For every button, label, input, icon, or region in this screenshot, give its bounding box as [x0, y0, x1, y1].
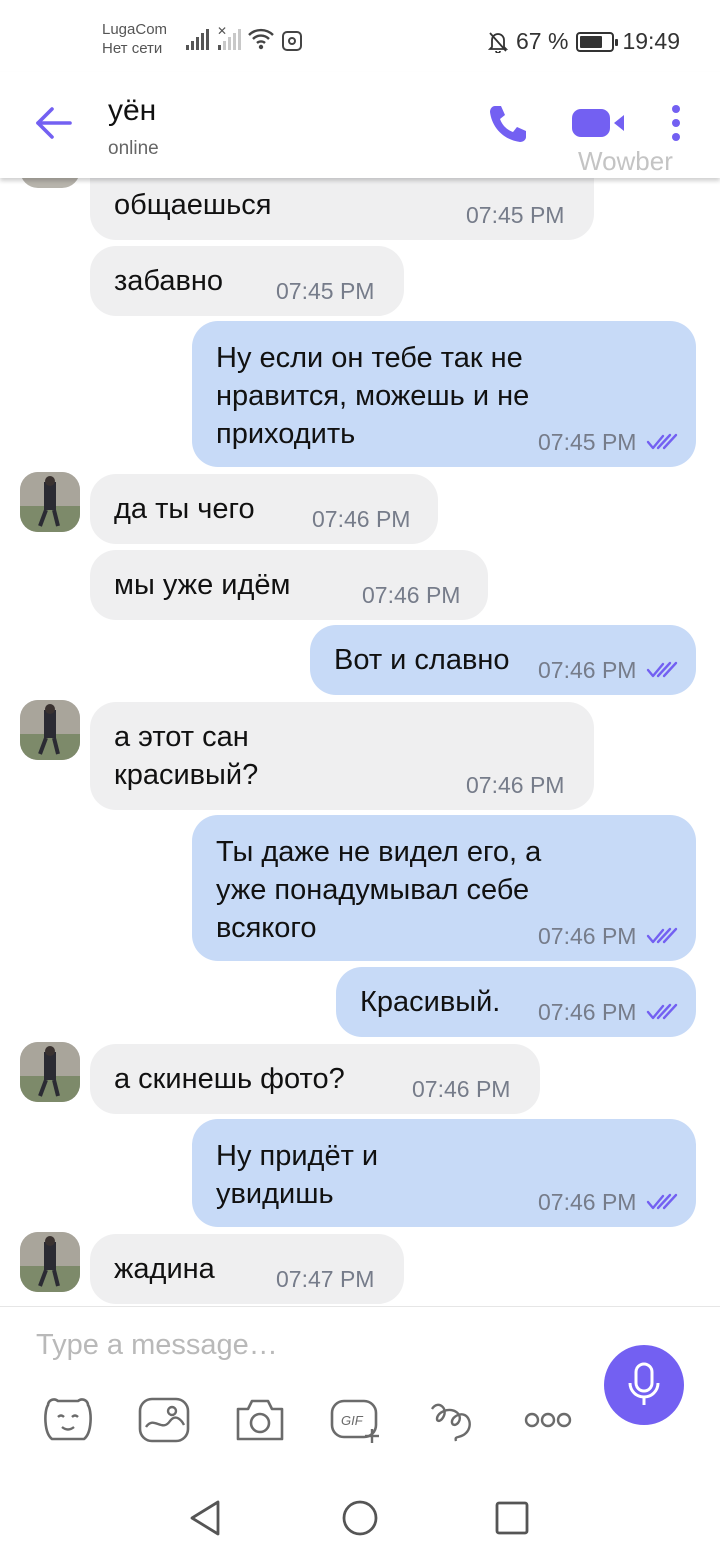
sticker-icon[interactable] — [40, 1395, 96, 1445]
message-time: 07:46 PM — [412, 1076, 511, 1102]
home-circle-icon[interactable] — [338, 1496, 382, 1540]
outgoing-message[interactable]: Ну придёт и увидишь 07:46 PM — [192, 1119, 696, 1227]
incoming-message[interactable]: да ты чего 07:46 PM — [90, 474, 438, 544]
chat-header: уён online Wowber — [0, 72, 720, 178]
avatar-photo — [20, 1042, 80, 1102]
message-time: 07:45 PM — [538, 429, 637, 455]
instagram-notification-icon — [282, 31, 302, 51]
contact-status: online — [108, 138, 159, 159]
message-time: 07:45 PM — [276, 278, 375, 304]
read-ticks-icon — [646, 927, 678, 944]
incoming-message[interactable]: мы уже идём 07:46 PM — [90, 550, 488, 620]
more-vertical-icon[interactable] — [666, 104, 686, 144]
contact-avatar[interactable] — [20, 1042, 80, 1102]
message-time: 07:46 PM — [538, 923, 637, 949]
message-text: да ты чего — [114, 493, 255, 525]
message-time: 07:46 PM — [538, 657, 637, 683]
incoming-message[interactable]: забавно 07:45 PM — [90, 246, 404, 316]
message-text: Ты даже не видел его, а уже понадумывал … — [216, 836, 542, 944]
brush-icon[interactable] — [424, 1395, 480, 1445]
signal-icon — [186, 28, 209, 50]
avatar-photo — [20, 472, 80, 532]
back-arrow-icon[interactable] — [32, 102, 74, 144]
contact-avatar[interactable] — [20, 178, 80, 188]
read-ticks-icon — [646, 1003, 678, 1020]
message-text: Ну если он тебе так не нравится, можешь … — [216, 342, 530, 450]
recents-square-icon[interactable] — [490, 1496, 534, 1540]
message-time: 07:47 PM — [276, 1266, 375, 1292]
status-bar: LugaCom Нет сети ✕ 67 % 19:49 — [0, 0, 720, 72]
status-right: 67 % 19:49 — [488, 28, 680, 55]
message-time: 07:45 PM — [466, 202, 565, 228]
no-signal-x-icon: ✕ — [217, 24, 228, 38]
message-text: Вот и славно — [334, 644, 510, 676]
wifi-icon — [248, 28, 274, 50]
message-text: мы уже идём — [114, 569, 291, 601]
read-ticks-icon — [646, 661, 678, 678]
message-time: 07:46 PM — [312, 506, 411, 532]
incoming-message[interactable]: а скинешь фото? 07:46 PM — [90, 1044, 540, 1114]
message-input[interactable]: Type a message… — [36, 1329, 278, 1362]
microphone-icon — [628, 1362, 660, 1405]
message-list[interactable]: общаешься 07:45 PM забавно 07:45 PM Ну е… — [0, 178, 720, 1306]
avatar-photo — [20, 1232, 80, 1292]
composer: Type a message… GIF — [0, 1306, 720, 1482]
outgoing-message[interactable]: Красивый. 07:46 PM — [336, 967, 696, 1037]
back-triangle-icon[interactable] — [184, 1496, 228, 1540]
more-options-icon[interactable] — [520, 1395, 576, 1445]
contact-name[interactable]: уён — [108, 94, 156, 128]
camera-icon[interactable] — [232, 1395, 288, 1445]
clock: 19:49 — [622, 28, 680, 54]
incoming-message[interactable]: а этот сан красивый? 07:46 PM — [90, 702, 594, 810]
outgoing-message[interactable]: Вот и славно 07:46 PM — [310, 625, 696, 695]
contact-avatar[interactable] — [20, 700, 80, 760]
battery-icon — [576, 31, 619, 52]
outgoing-message[interactable]: Ну если он тебе так не нравится, можешь … — [192, 321, 696, 467]
message-time: 07:46 PM — [538, 999, 637, 1025]
message-time: 07:46 PM — [538, 1189, 637, 1215]
message-text: общаешься — [114, 189, 272, 221]
svg-text:GIF: GIF — [341, 1413, 364, 1428]
doodle-icon[interactable] — [136, 1395, 192, 1445]
carrier-name: LugaCom — [102, 21, 168, 38]
microphone-button[interactable] — [604, 1345, 684, 1425]
message-text: Красивый. — [360, 986, 501, 1018]
video-call-icon[interactable] — [570, 106, 630, 140]
message-time: 07:46 PM — [466, 772, 565, 798]
message-text: а этот сан красивый? — [114, 721, 259, 791]
incoming-message[interactable]: общаешься 07:45 PM — [90, 178, 594, 240]
phone-call-icon[interactable] — [486, 102, 530, 146]
message-text: забавно — [114, 265, 224, 297]
avatar-photo — [20, 700, 80, 760]
read-ticks-icon — [646, 1193, 678, 1210]
carrier-info: LugaCom Нет сети — [102, 20, 167, 58]
read-ticks-icon — [646, 433, 678, 450]
watermark: Wowber — [578, 146, 673, 176]
system-nav-bar — [0, 1482, 720, 1560]
message-time: 07:46 PM — [362, 582, 461, 608]
message-text: Ну придёт и увидишь — [216, 1140, 379, 1210]
gif-icon[interactable]: GIF — [328, 1395, 384, 1445]
message-text: а скинешь фото? — [114, 1063, 345, 1095]
battery-percent: 67 % — [516, 28, 569, 54]
outgoing-message[interactable]: Ты даже не видел его, а уже понадумывал … — [192, 815, 696, 961]
incoming-message[interactable]: жадина 07:47 PM — [90, 1234, 404, 1304]
contact-avatar[interactable] — [20, 472, 80, 532]
network-status: Нет сети — [102, 40, 163, 57]
message-text: жадина — [114, 1253, 215, 1285]
contact-avatar[interactable] — [20, 1232, 80, 1292]
mute-bell-icon — [488, 31, 508, 53]
